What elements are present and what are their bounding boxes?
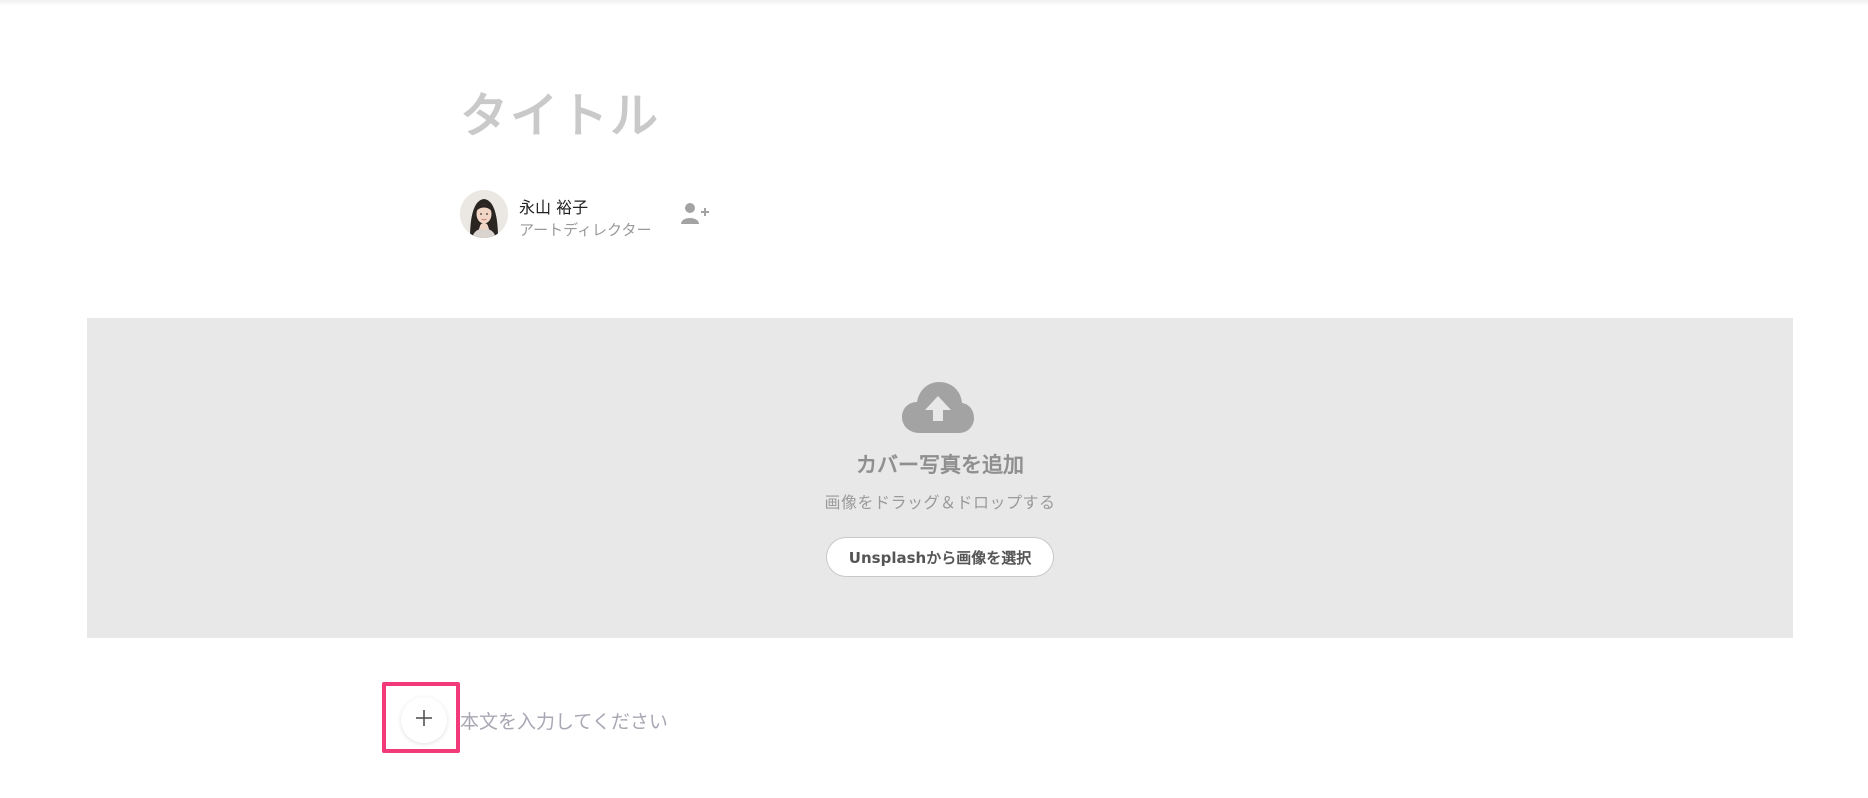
cover-title: カバー写真を追加: [856, 453, 1024, 477]
author-block: 永山 裕子 アートディレクター: [460, 190, 760, 240]
avatar[interactable]: [460, 190, 508, 238]
cloud-upload-icon: [902, 379, 974, 435]
title-input[interactable]: タイトル: [460, 76, 660, 146]
body-input[interactable]: 本文を入力してください: [460, 707, 668, 734]
user-plus-icon[interactable]: [681, 200, 711, 226]
editor-page: タイトル 永山 裕子 アートディレクター カバー写真を追加 画像をドラッグ＆ドロ…: [0, 0, 1868, 798]
author-name: 永山 裕子: [519, 198, 589, 217]
top-shadow: [0, 0, 1868, 6]
plus-icon: [415, 709, 433, 731]
author-role: アートディレクター: [519, 221, 652, 239]
unsplash-select-button[interactable]: Unsplashから画像を選択: [826, 537, 1054, 577]
add-block-button[interactable]: [401, 697, 447, 743]
cover-image-dropzone[interactable]: カバー写真を追加 画像をドラッグ＆ドロップする Unsplashから画像を選択: [87, 318, 1793, 638]
cover-subtitle: 画像をドラッグ＆ドロップする: [824, 493, 1056, 512]
